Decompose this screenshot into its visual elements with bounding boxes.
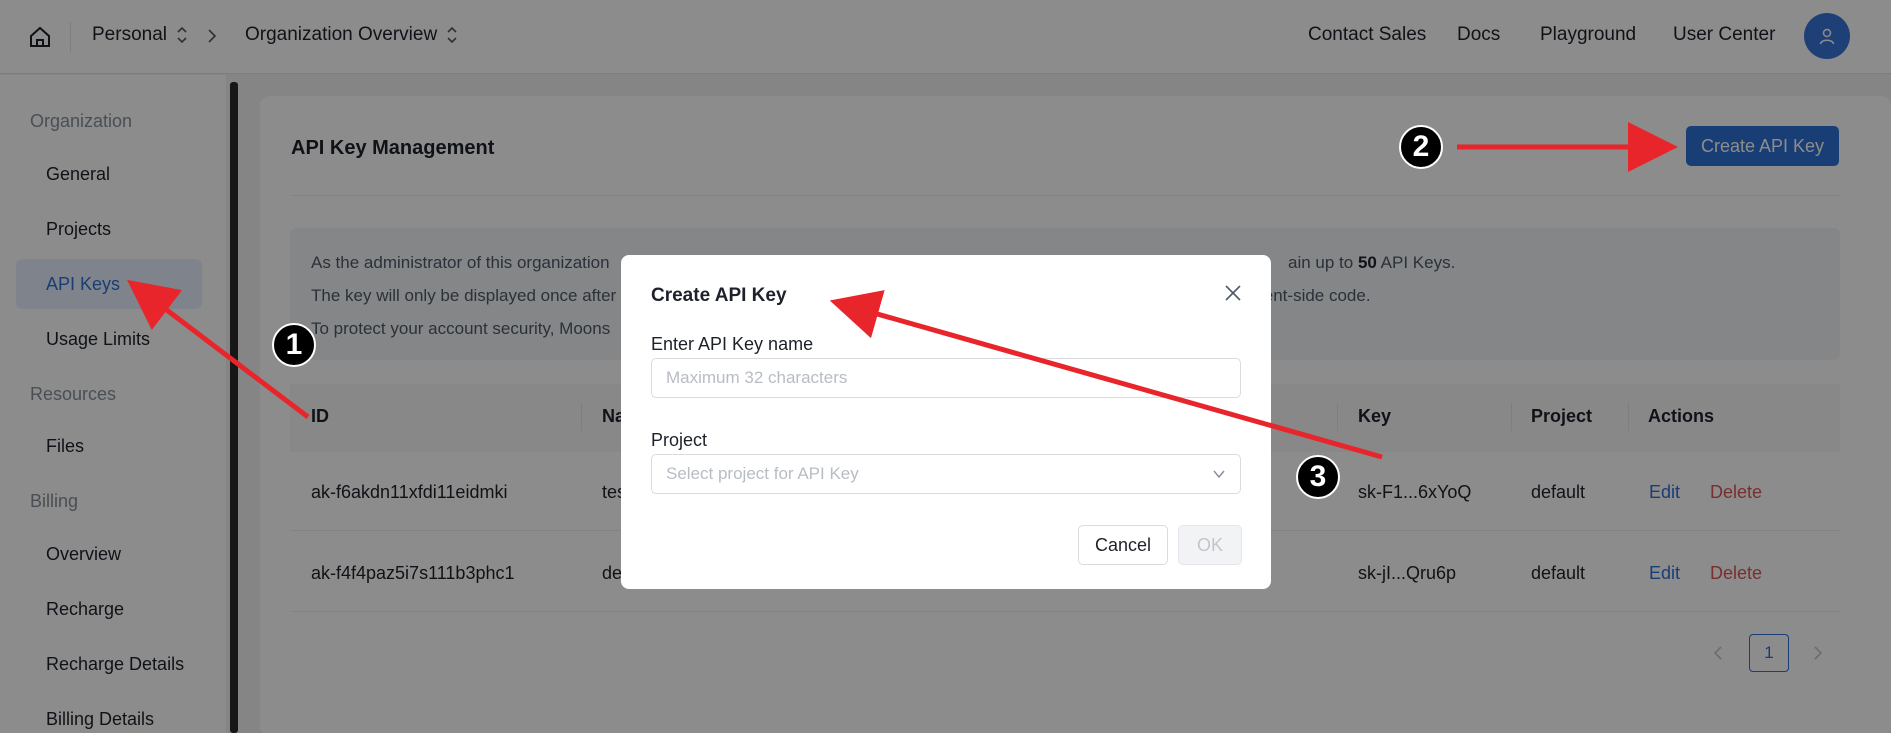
step-badge-2: 2 <box>1399 125 1443 169</box>
api-key-name-input[interactable] <box>651 358 1241 398</box>
close-icon[interactable] <box>1223 283 1243 303</box>
step-badge-1: 1 <box>272 323 316 367</box>
api-key-name-label: Enter API Key name <box>651 334 814 354</box>
dialog-title: Create API Key <box>651 285 787 306</box>
ok-button[interactable]: OK <box>1178 525 1242 565</box>
step-badge-3: 3 <box>1296 455 1340 499</box>
cancel-button[interactable]: Cancel <box>1078 525 1168 565</box>
chevron-down-icon <box>1213 470 1225 479</box>
project-select-placeholder: Select project for API Key <box>666 464 859 483</box>
project-label: Project <box>651 430 708 450</box>
project-select[interactable]: Select project for API Key <box>651 454 1241 494</box>
create-api-key-dialog: Create API Key Enter API Key name Projec… <box>621 255 1271 589</box>
